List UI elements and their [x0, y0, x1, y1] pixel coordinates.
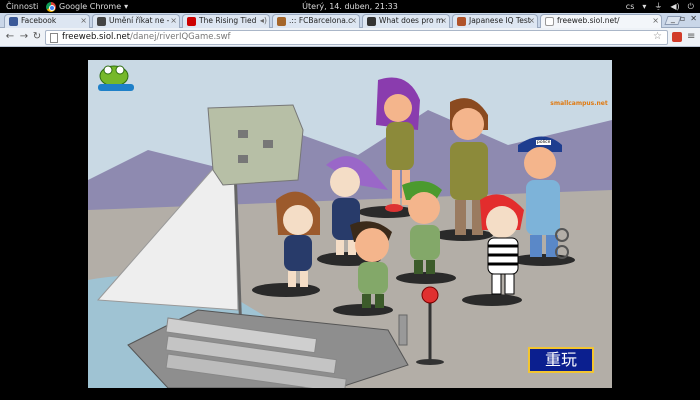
close-icon[interactable]: ×	[80, 15, 87, 27]
browser-toolbar: ← → ↻ freeweb.siol.net/danej/riverIQGame…	[0, 28, 700, 47]
site-icon	[97, 17, 106, 26]
game-scene	[88, 60, 612, 388]
site-icon	[367, 17, 376, 26]
minimize-icon[interactable]: _	[671, 14, 675, 23]
close-icon[interactable]: ×	[528, 15, 535, 27]
flash-game[interactable]: smallcampus.net police 重玩	[88, 60, 612, 388]
close-icon[interactable]: ×	[350, 15, 357, 27]
tab-label: Umění říkat ne -	[109, 16, 170, 25]
house	[207, 104, 304, 186]
close-window-icon[interactable]: ✕	[690, 14, 697, 23]
tab-what-does[interactable]: What does pro m ×	[362, 14, 450, 28]
system-status-area[interactable]: cs ▾ ⏚ ◀) ⏻	[626, 0, 694, 13]
tab-label: .:: FCBarcelona.c	[289, 16, 353, 25]
tab-facebook[interactable]: Facebook ×	[4, 14, 90, 28]
url-path: /danej/riverIQGame.swf	[130, 32, 231, 42]
close-icon[interactable]: ×	[170, 15, 177, 27]
bookmark-star-icon[interactable]: ☆	[653, 31, 662, 42]
tab-rising-tied[interactable]: The Rising Tied ◂)	[182, 14, 270, 28]
url-host: freeweb.siol.net	[62, 32, 131, 42]
page-viewport: smallcampus.net police 重玩	[0, 48, 700, 400]
page-icon	[50, 33, 58, 43]
tab-label: The Rising Tied	[199, 16, 257, 25]
page-icon	[545, 17, 554, 26]
back-button[interactable]: ←	[4, 31, 16, 43]
tab-label: freeweb.siol.net/	[557, 16, 620, 25]
chrome-menu-icon[interactable]: ≡	[687, 31, 695, 42]
close-icon[interactable]: ×	[440, 15, 447, 27]
tab-strip: Facebook × Umění říkat ne - × The Rising…	[0, 13, 700, 28]
system-top-bar: Činnosti Google Chrome ▾ Úterý, 14. dube…	[0, 0, 700, 13]
tab-label: Facebook	[21, 16, 57, 25]
language-chevron-icon: ▾	[642, 2, 647, 11]
tab-japanese-iq[interactable]: Japanese IQ Test ×	[452, 14, 538, 28]
facebook-icon	[9, 17, 18, 26]
maximize-icon[interactable]: ▫	[680, 14, 685, 23]
keyboard-layout[interactable]: cs	[626, 0, 635, 13]
brand-text: smallcampus.net	[550, 100, 608, 107]
tab-label: What does pro m	[379, 16, 444, 25]
window-controls: _ ▫ ✕	[671, 14, 697, 23]
reload-button[interactable]: ↻	[31, 31, 43, 43]
extension-icon[interactable]	[672, 32, 682, 42]
replay-button[interactable]: 重玩	[528, 347, 594, 373]
address-bar[interactable]: freeweb.siol.net/danej/riverIQGame.swf	[45, 30, 668, 45]
tab-umeni[interactable]: Umění říkat ne - ×	[92, 14, 180, 28]
tab-freeweb[interactable]: freeweb.siol.net/ ×	[540, 14, 662, 28]
tab-label: Japanese IQ Test	[469, 16, 531, 25]
close-icon[interactable]: ×	[652, 15, 659, 27]
site-icon	[457, 17, 466, 26]
power-icon[interactable]: ⏻	[688, 0, 694, 13]
lever-knob	[421, 286, 439, 304]
speaker-icon[interactable]: ◂)	[260, 15, 267, 27]
frog-logo-icon	[98, 65, 134, 91]
barca-icon	[277, 17, 286, 26]
network-icon[interactable]: ⏚	[654, 0, 662, 13]
police-label: police	[536, 140, 552, 145]
volume-icon[interactable]: ◀)	[670, 0, 679, 13]
clock[interactable]: Úterý, 14. duben, 21:33	[0, 0, 700, 13]
tab-fcbarcelona[interactable]: .:: FCBarcelona.c ×	[272, 14, 360, 28]
forward-button[interactable]: →	[18, 31, 30, 43]
youtube-icon	[187, 17, 196, 26]
